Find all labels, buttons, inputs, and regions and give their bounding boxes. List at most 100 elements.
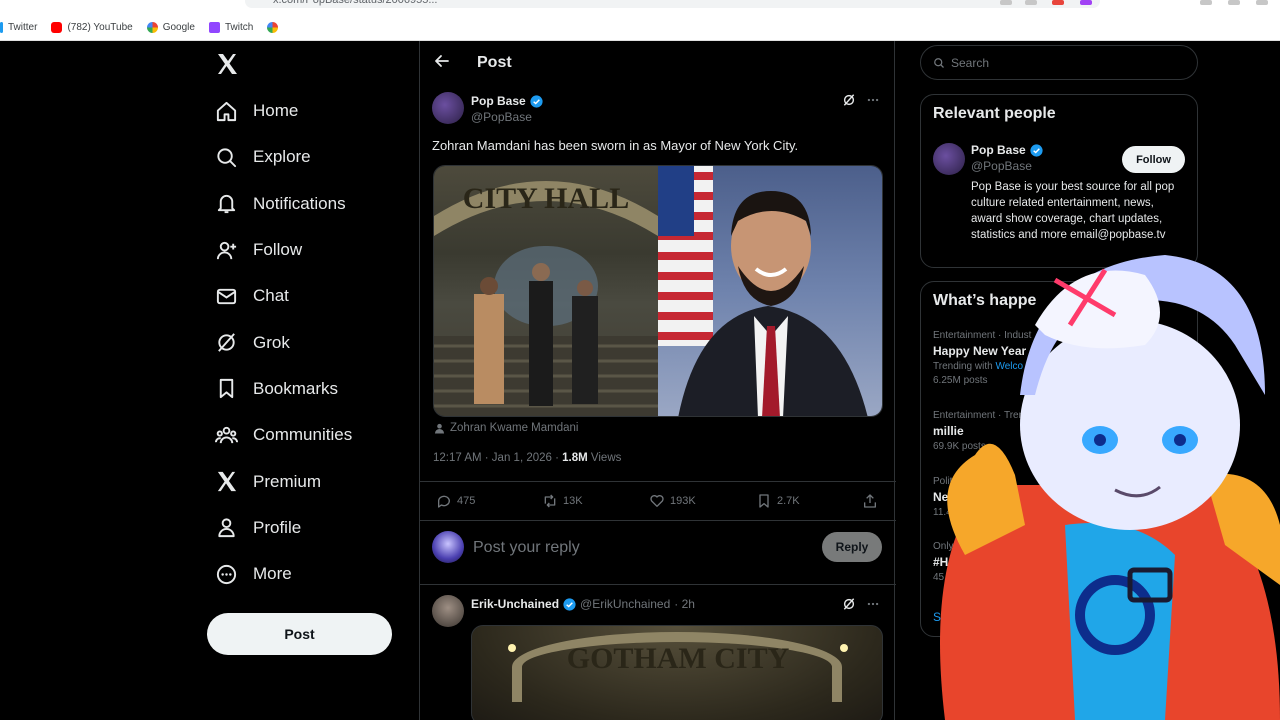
reply-author-avatar[interactable] — [432, 595, 464, 627]
nav-item-follow[interactable]: Follow — [215, 227, 352, 273]
reply-input[interactable]: Post your reply — [473, 539, 580, 557]
nav-item-premium[interactable]: Premium — [215, 458, 352, 504]
bookmark-twitter[interactable]: Twitter — [0, 21, 37, 33]
bookmark-google[interactable]: Google — [146, 21, 195, 33]
twitch-icon — [208, 21, 220, 33]
reply-tools — [842, 597, 880, 611]
media-photo-portrait — [658, 166, 882, 416]
verified-badge-icon — [1030, 143, 1043, 157]
tweet-timestamp: 12:17 AM · Jan 1, 2026 · 1.8M Views — [433, 452, 622, 464]
nav-item-chat[interactable]: Chat — [215, 273, 352, 319]
bookmark-action[interactable]: 2.7K — [756, 493, 800, 509]
heart-icon — [650, 495, 664, 507]
main-column: Post Pop Base @PopBase Zohran Mamdani ha… — [419, 41, 896, 720]
gotham-photo: GOTHAM CITY — [508, 642, 848, 675]
tweet-media[interactable]: CITY HALL — [433, 165, 883, 417]
nav-item-home[interactable]: Home — [215, 88, 352, 134]
bookmark-icon — [219, 379, 234, 399]
post-button[interactable]: Post — [207, 613, 392, 655]
communities-icon — [215, 426, 238, 444]
tweet-tools — [842, 93, 880, 107]
bookmarks-bar: Twitter (782) YouTube Google Twitch — [0, 14, 1280, 41]
google-icon — [267, 21, 279, 33]
page-title: Post — [477, 54, 512, 71]
bookmark-google-2[interactable] — [267, 21, 279, 33]
vtuber-avatar-overlay — [940, 255, 1280, 720]
search-bar[interactable] — [920, 45, 1198, 80]
share-icon — [864, 494, 876, 508]
more-options-icon[interactable] — [866, 597, 880, 611]
person-icon — [434, 423, 445, 434]
search-icon — [217, 148, 237, 168]
window-maximize-icon[interactable] — [1228, 0, 1240, 5]
repost-action[interactable]: 13K — [542, 493, 583, 509]
sidebar-nav: Home Explore Notifications Follow Chat G… — [215, 88, 352, 597]
nav-item-explore[interactable]: Explore — [215, 134, 352, 180]
reply-author[interactable]: Erik-Unchained @ErikUnchained · 2h — [471, 597, 695, 611]
nav-item-grok[interactable]: Grok — [215, 319, 352, 365]
more-icon — [216, 564, 237, 584]
comment-icon — [437, 495, 450, 508]
author-name[interactable]: Pop Base — [471, 94, 543, 108]
person-name[interactable]: Pop Base — [971, 143, 1043, 157]
nav-item-communities[interactable]: Communities — [215, 412, 352, 458]
relevant-people-title: Relevant people — [933, 105, 1056, 122]
address-bar[interactable]: x.com/PopBase/status/2006955... — [245, 0, 1100, 8]
extension-icon[interactable] — [1000, 0, 1012, 5]
google-icon — [146, 21, 158, 33]
x-icon — [217, 471, 237, 492]
reply-button[interactable]: Reply — [822, 532, 882, 562]
city-hall-sign: CITY HALL — [463, 182, 629, 215]
extension-icon[interactable] — [1025, 0, 1037, 5]
extension-icon[interactable] — [1080, 0, 1092, 5]
author-avatar[interactable] — [432, 92, 464, 129]
media-photo-ceremony: CITY HALL — [434, 166, 658, 416]
nav-item-more[interactable]: More — [215, 551, 352, 597]
verified-badge-icon — [530, 94, 543, 108]
nav-item-notifications[interactable]: Notifications — [215, 181, 352, 227]
person-handle[interactable]: @PopBase — [971, 159, 1032, 173]
back-arrow-icon[interactable] — [434, 53, 450, 69]
reply-action[interactable]: 475 — [436, 493, 475, 509]
follow-button[interactable]: Follow — [1122, 146, 1185, 173]
tweet-text: Zohran Mamdani has been sworn in as Mayo… — [432, 138, 799, 153]
author-handle[interactable]: @PopBase — [471, 110, 532, 124]
repost-icon — [544, 494, 556, 508]
x-logo-icon[interactable] — [215, 52, 239, 76]
grok-icon — [218, 333, 235, 352]
profile-icon — [218, 518, 235, 538]
like-action[interactable]: 193K — [649, 493, 696, 509]
reply-composer: Post your reply Reply — [420, 521, 896, 585]
nav-item-bookmarks[interactable]: Bookmarks — [215, 366, 352, 412]
bookmark-icon — [759, 494, 769, 508]
post-header: Post — [420, 41, 896, 83]
portrait-photo — [658, 166, 868, 416]
mail-icon — [216, 288, 237, 304]
youtube-icon — [51, 21, 63, 33]
bookmark-youtube[interactable]: (782) YouTube — [51, 21, 133, 33]
twitter-icon — [0, 21, 3, 33]
reply-media[interactable]: GOTHAM CITY — [471, 625, 883, 720]
tagged-person[interactable]: Zohran Kwame Mamdani — [434, 422, 578, 434]
browser-toolbar: x.com/PopBase/status/2006955... — [0, 0, 1280, 14]
gotham-sign: GOTHAM CITY — [567, 642, 790, 675]
grok-icon[interactable] — [842, 597, 856, 611]
bell-icon — [217, 195, 236, 214]
bookmark-twitch[interactable]: Twitch — [208, 21, 253, 33]
user-avatar — [432, 531, 464, 563]
follow-icon — [216, 241, 237, 259]
more-options-icon[interactable] — [866, 93, 880, 107]
person-avatar[interactable] — [933, 143, 965, 175]
home-icon — [216, 101, 237, 121]
nav-item-profile[interactable]: Profile — [215, 505, 352, 551]
verified-badge-icon — [563, 597, 576, 611]
city-hall-photo: CITY HALL — [434, 181, 658, 416]
window-minimize-icon[interactable] — [1200, 0, 1212, 5]
window-close-icon[interactable] — [1256, 0, 1268, 5]
grok-icon[interactable] — [842, 93, 856, 107]
search-input[interactable] — [951, 55, 1171, 70]
tweet-actions: 475 13K 193K 2.7K — [420, 481, 896, 521]
search-icon — [934, 57, 944, 68]
extension-icon[interactable] — [1052, 0, 1064, 5]
share-action[interactable] — [862, 493, 878, 509]
